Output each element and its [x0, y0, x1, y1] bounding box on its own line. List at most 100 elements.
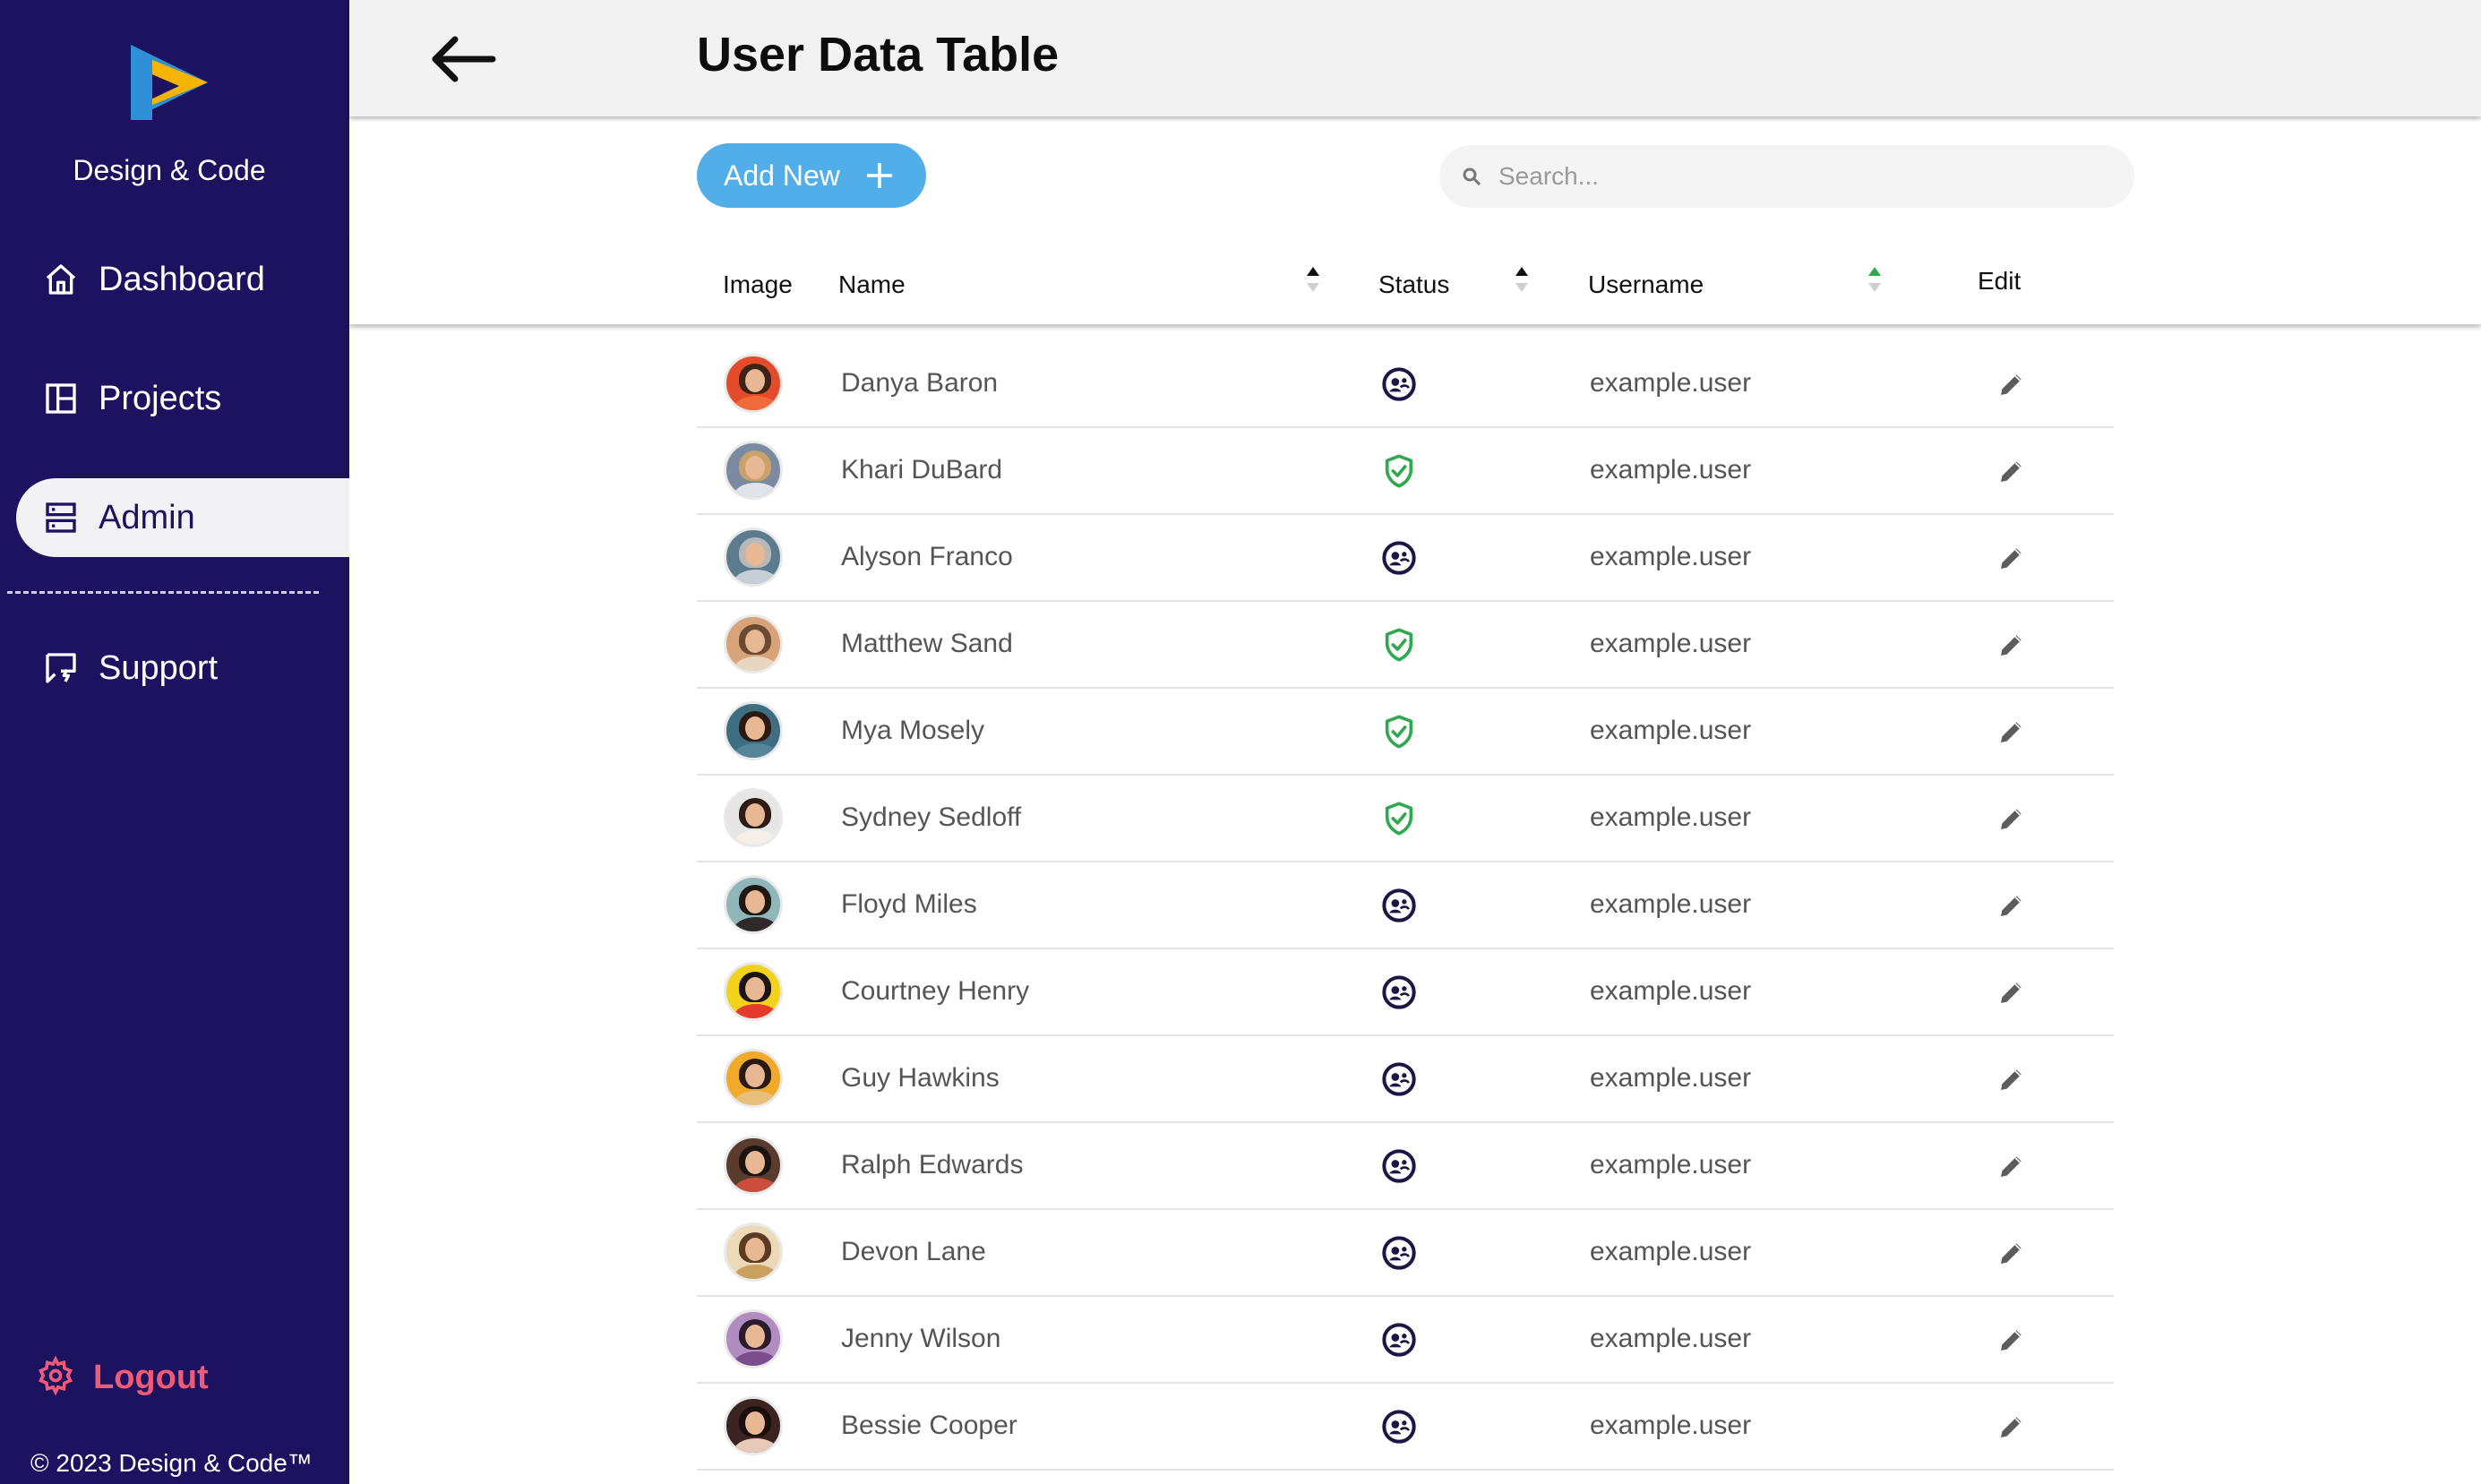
sidebar-item-label: Dashboard: [99, 260, 265, 298]
user-group-icon: [1381, 366, 1417, 402]
user-name: Sydney Sedloff: [841, 802, 1022, 832]
table-header: Image Name Status Username Edit: [349, 235, 2481, 324]
chat-icon: [41, 648, 81, 688]
avatar: [724, 1222, 783, 1282]
username: example.user: [1590, 976, 1752, 1006]
sort-username-icon[interactable]: [1866, 263, 1884, 296]
username: example.user: [1590, 368, 1752, 398]
username: example.user: [1590, 1063, 1752, 1093]
search-icon: [1463, 167, 1481, 186]
edit-pencil-icon[interactable]: [1997, 717, 2026, 746]
sidebar-item-label: Projects: [99, 379, 222, 417]
edit-pencil-icon[interactable]: [1997, 1065, 2026, 1094]
column-header-image: Image: [723, 270, 793, 298]
sidebar-item-projects[interactable]: Projects: [16, 359, 349, 438]
server-icon: [41, 498, 81, 537]
user-name: Alyson Franco: [841, 542, 1013, 571]
page-title: User Data Table: [697, 28, 1060, 81]
sidebar-divider: [7, 591, 319, 594]
edit-pencil-icon[interactable]: [1997, 804, 2026, 833]
table-row: Khari DuBard example.user: [697, 428, 2114, 515]
table-row: Danya Baron example.user: [697, 341, 2114, 428]
user-group-icon: [1381, 974, 1417, 1010]
user-name: Danya Baron: [841, 368, 999, 398]
avatar: [724, 354, 783, 413]
verified-shield-icon: [1381, 627, 1417, 663]
username: example.user: [1590, 629, 1752, 658]
user-name: Jenny Wilson: [841, 1324, 1001, 1353]
user-name: Guy Hawkins: [841, 1063, 1000, 1093]
user-group-icon: [1381, 1409, 1417, 1445]
edit-pencil-icon[interactable]: [1997, 544, 2026, 572]
edit-pencil-icon[interactable]: [1997, 630, 2026, 659]
sort-status-icon[interactable]: [1513, 263, 1531, 296]
back-arrow-icon[interactable]: [426, 32, 498, 86]
gear-icon: [36, 1355, 75, 1400]
edit-pencil-icon[interactable]: [1997, 370, 2026, 399]
verified-shield-icon: [1381, 453, 1417, 489]
avatar: [724, 614, 783, 673]
avatar: [724, 528, 783, 587]
logout-button[interactable]: Logout: [36, 1355, 209, 1400]
table-row: Guy Hawkins example.user: [697, 1036, 2114, 1123]
table-row: Jenny Wilson example.user: [697, 1297, 2114, 1384]
column-header-edit: Edit: [1978, 267, 2022, 295]
user-group-icon: [1381, 1061, 1417, 1097]
column-header-status[interactable]: Status: [1378, 270, 1449, 299]
avatar: [724, 788, 783, 847]
page-header: User Data Table: [349, 0, 2481, 116]
sidebar-item-dashboard[interactable]: Dashboard: [16, 240, 349, 319]
username: example.user: [1590, 1237, 1752, 1266]
sort-name-icon[interactable]: [1304, 263, 1322, 296]
user-name: Bessie Cooper: [841, 1411, 1017, 1440]
username: example.user: [1590, 889, 1752, 919]
edit-pencil-icon[interactable]: [1997, 1325, 2026, 1354]
avatar: [724, 962, 783, 1021]
edit-pencil-icon[interactable]: [1997, 1412, 2026, 1441]
user-group-icon: [1381, 1235, 1417, 1271]
table-row: Courtney Henry example.user: [697, 949, 2114, 1036]
avatar: [724, 701, 783, 760]
avatar: [724, 875, 783, 934]
edit-pencil-icon[interactable]: [1997, 1239, 2026, 1267]
username: example.user: [1590, 1150, 1752, 1179]
verified-shield-icon: [1381, 801, 1417, 836]
user-name: Courtney Henry: [841, 976, 1030, 1006]
search-input[interactable]: [1498, 162, 2108, 191]
copyright-text: © 2023 Design & Code™: [30, 1449, 313, 1477]
sidebar: Design & Code Dashboard Projects Admin S…: [0, 0, 349, 1484]
user-group-icon: [1381, 1322, 1417, 1358]
table-row: Matthew Sand example.user: [697, 602, 2114, 689]
user-group-icon: [1381, 888, 1417, 923]
edit-pencil-icon[interactable]: [1997, 457, 2026, 485]
sidebar-item-label: Admin: [99, 498, 195, 536]
username: example.user: [1590, 1411, 1752, 1440]
user-group-icon: [1381, 1148, 1417, 1184]
username: example.user: [1590, 716, 1752, 745]
logout-label: Logout: [93, 1359, 209, 1396]
avatar: [724, 1049, 783, 1108]
table-row: Devon Lane example.user: [697, 1210, 2114, 1297]
avatar: [724, 1309, 783, 1368]
sidebar-item-admin[interactable]: Admin: [16, 478, 349, 557]
edit-pencil-icon[interactable]: [1997, 978, 2026, 1007]
search-bar[interactable]: [1439, 145, 2134, 208]
column-header-username[interactable]: Username: [1588, 270, 1704, 299]
sidebar-item-support[interactable]: Support: [16, 629, 349, 708]
username: example.user: [1590, 1324, 1752, 1353]
table-row: Bessie Cooper example.user: [697, 1384, 2114, 1471]
edit-pencil-icon[interactable]: [1997, 1152, 2026, 1180]
table-row: Alyson Franco example.user: [697, 515, 2114, 602]
username: example.user: [1590, 455, 1752, 485]
username: example.user: [1590, 802, 1752, 832]
avatar: [724, 441, 783, 500]
add-new-label: Add New: [724, 159, 840, 192]
add-new-button[interactable]: Add New: [697, 143, 926, 208]
user-name: Floyd Miles: [841, 889, 977, 919]
edit-pencil-icon[interactable]: [1997, 891, 2026, 920]
column-header-name[interactable]: Name: [838, 270, 906, 299]
table-row: Mya Mosely example.user: [697, 689, 2114, 776]
user-name: Khari DuBard: [841, 455, 1003, 485]
user-name: Ralph Edwards: [841, 1150, 1024, 1179]
plus-icon: [866, 163, 892, 188]
